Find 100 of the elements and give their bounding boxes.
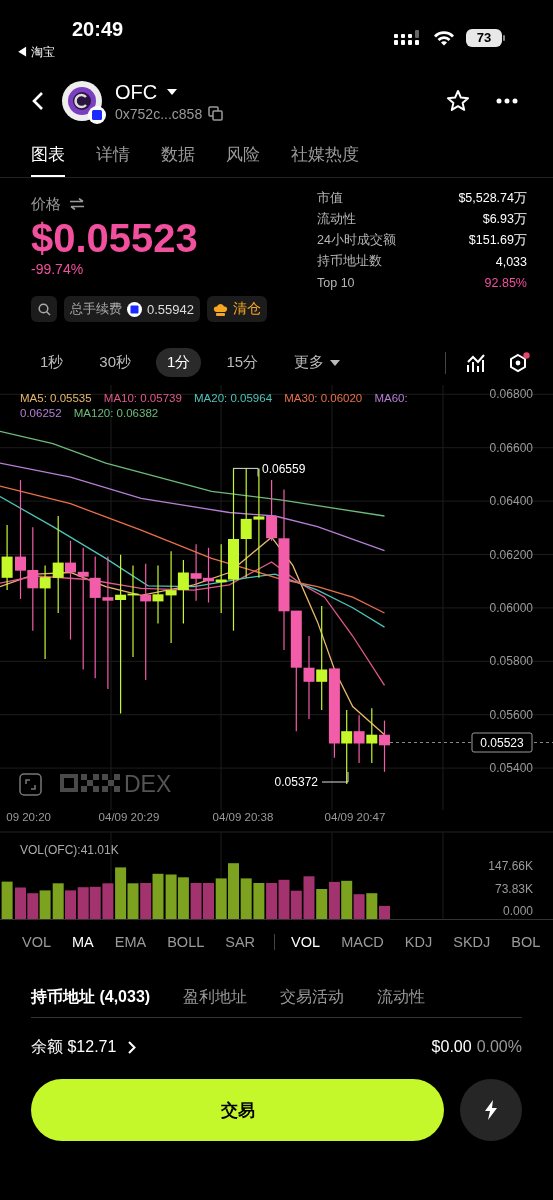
token-symbol[interactable]: OFC	[115, 80, 158, 103]
volume-bar	[215, 878, 227, 919]
more-icon[interactable]	[496, 98, 518, 104]
price-change: -99.74%	[31, 261, 85, 277]
current-price-tag	[471, 732, 533, 753]
candlestick	[366, 707, 378, 764]
volume-bar	[27, 893, 39, 919]
tab[interactable]: 详情	[96, 132, 130, 177]
copy-icon[interactable]	[208, 106, 224, 121]
leader-line	[232, 467, 259, 477]
volume-label: VOL(OFC):41.01K	[20, 843, 119, 857]
candlestick	[190, 543, 202, 602]
dex-watermark: DEX	[124, 771, 172, 797]
stat-value: $5,528.74万	[458, 190, 527, 207]
indicator-option[interactable]: BOLL	[167, 934, 205, 950]
indicator-option[interactable]: SAR	[225, 934, 256, 950]
interval-option[interactable]: 15分	[215, 348, 270, 377]
chevron-right-icon[interactable]	[128, 1040, 137, 1054]
volume-bar	[328, 881, 340, 919]
holding-percent: 0.00%	[476, 1038, 522, 1056]
tab[interactable]: 风险	[226, 132, 260, 177]
dropdown-caret-icon[interactable]	[167, 88, 178, 95]
interval-option[interactable]: 1秒	[29, 348, 75, 377]
fee-chip[interactable]: 总手续费 0.55942	[64, 296, 200, 322]
volume-bar	[39, 890, 51, 919]
okx-logo-icon	[60, 774, 120, 792]
candlestick	[177, 559, 189, 625]
volume-axis-label: 147.66K	[488, 859, 533, 873]
chain-badge-icon	[88, 106, 106, 124]
price-axis-label: 0.06200	[489, 547, 533, 562]
trade-button[interactable]: 交易	[31, 1079, 444, 1141]
hexagon-settings-icon[interactable]	[508, 351, 530, 374]
indicator-option[interactable]: KDJ	[404, 934, 433, 950]
candlestick	[1, 524, 13, 591]
stat-value: 92.85%	[484, 275, 527, 290]
volume-bar	[278, 879, 290, 919]
price-label: 价格	[31, 194, 61, 214]
signal-icon	[394, 30, 422, 46]
indicator-option[interactable]: BOL	[511, 934, 541, 950]
price-axis-label: 0.05800	[489, 654, 533, 669]
volume-axis-label: 0.000	[502, 904, 533, 918]
interval-option[interactable]: 30秒	[88, 348, 143, 377]
indicator-option[interactable]: EMA	[114, 934, 147, 950]
price-axis-label: 0.05600	[489, 707, 533, 722]
stat-value: $151.69万	[468, 232, 527, 249]
volume-bar	[165, 874, 177, 919]
clear-position-button[interactable]: 清仓	[207, 296, 267, 322]
moving-average-legend: MA5: 0.05535 MA10: 0.05739 MA20: 0.05964 MA30: 0.06020 MA60: 0.06252 MA120: 0.06382	[20, 391, 450, 421]
holder-tab[interactable]: 盈利地址	[183, 987, 248, 1008]
current-price-label: 0.05523	[480, 736, 524, 750]
leader-line	[321, 771, 349, 783]
volume-bar	[203, 883, 214, 919]
volume-bar	[1, 881, 13, 919]
contract-address: 0x752c...c858	[115, 105, 203, 122]
search-icon	[37, 302, 51, 316]
stat-value: $6.93万	[482, 211, 527, 228]
indicator-option[interactable]: MA	[72, 934, 94, 950]
chef-hat-icon	[213, 302, 228, 316]
volume-bar	[240, 878, 252, 919]
indicator-option[interactable]: MACD	[341, 934, 384, 950]
stat-label: 24小时成交额	[317, 232, 396, 249]
time-axis-label: 04/09 20:47	[324, 811, 386, 823]
volume-bar	[253, 883, 265, 919]
indicator-option[interactable]: VOL	[291, 934, 321, 950]
indicator-option[interactable]: VOL	[22, 934, 51, 950]
interval-option[interactable]: 更多	[283, 348, 352, 377]
holding-value: $0.00	[431, 1038, 472, 1056]
stat-label: Top 10	[317, 275, 355, 290]
tab[interactable]: 图表	[31, 132, 65, 177]
fee-label: 总手续费	[70, 300, 122, 318]
tab[interactable]: 社媒热度	[291, 132, 359, 177]
low-price-label: 0.05372	[274, 775, 318, 789]
high-price-label: 0.06559	[262, 462, 306, 476]
time-axis-label: 04/09 20:38	[212, 811, 274, 823]
price-axis-label: 0.06600	[489, 440, 533, 455]
volume-bar	[140, 883, 152, 919]
caret-icon	[330, 359, 341, 366]
interval-option[interactable]: 1分	[156, 348, 202, 377]
swap-icon[interactable]	[69, 198, 85, 210]
tab[interactable]: 数据	[161, 132, 195, 177]
price-axis-label: 0.06800	[489, 387, 533, 402]
search-button[interactable]	[31, 296, 57, 322]
time-axis-label: 09 20:20	[6, 811, 51, 823]
volume-bar	[52, 883, 64, 919]
time-axis-label: 04/09 20:29	[98, 811, 160, 823]
clock-time: 20:49	[72, 18, 124, 40]
volume-bar	[65, 890, 76, 919]
balance-label[interactable]: 余额 $12.71	[31, 1036, 117, 1058]
volume-bar	[190, 883, 202, 919]
indicator-chart-icon[interactable]	[466, 352, 486, 373]
fullscreen-icon[interactable]	[19, 773, 42, 796]
back-to-app-link[interactable]: ◀ 淘宝	[16, 44, 56, 60]
holder-tab[interactable]: 流动性	[377, 987, 426, 1008]
holder-tab[interactable]: 交易活动	[280, 987, 345, 1008]
indicator-option[interactable]: SKDJ	[453, 934, 491, 950]
stat-label: 流动性	[317, 211, 356, 228]
price-value: $0.05523	[31, 215, 199, 261]
holder-tab[interactable]: 持币地址 (4,033)	[31, 987, 151, 1008]
lightning-icon	[484, 1100, 498, 1120]
star-icon[interactable]	[446, 89, 470, 113]
